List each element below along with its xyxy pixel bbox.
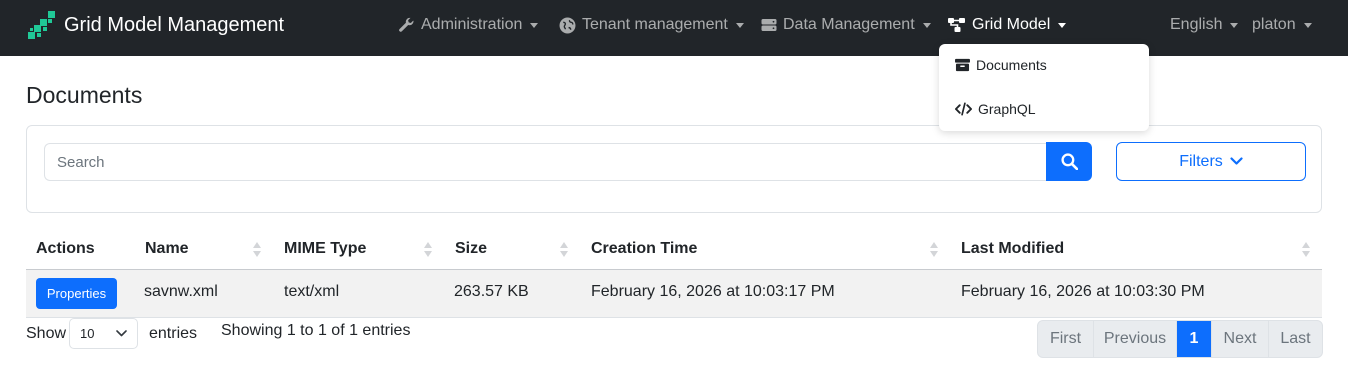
nav-grid-model[interactable]: Grid Model	[948, 14, 1067, 36]
page-length-select[interactable]: 10	[69, 318, 138, 349]
cell-mime-type: text/xml	[284, 283, 340, 300]
sort-icon[interactable]	[930, 242, 938, 258]
page-title: Documents	[26, 82, 143, 108]
column-header-actions: Actions	[36, 240, 95, 257]
chevron-down-icon	[116, 330, 127, 337]
language-label: English	[1170, 16, 1223, 33]
chevron-down-icon	[735, 22, 744, 28]
chevron-down-icon	[530, 22, 539, 28]
dropdown-item-graphql[interactable]: GraphQL	[955, 98, 1036, 120]
code-icon	[955, 102, 972, 116]
table-info: Showing 1 to 1 of 1 entries	[221, 322, 411, 339]
pagination-page-1[interactable]: 1	[1177, 321, 1212, 357]
nav-tenant-management[interactable]: Tenant management	[559, 14, 744, 36]
page-length-value: 10	[80, 326, 95, 341]
column-header-name[interactable]: Name	[145, 240, 189, 258]
search-input[interactable]	[44, 143, 1047, 181]
column-header-mime-type[interactable]: MIME Type	[284, 240, 366, 258]
documents-table: Actions Name MIME Type Size Creation Tim…	[26, 230, 1322, 318]
cell-creation-time: February 16, 2026 at 10:03:17 PM	[591, 283, 835, 300]
brand[interactable]: Grid Model Management	[26, 10, 284, 40]
chevron-down-icon	[922, 22, 931, 28]
sitemap-icon	[948, 18, 965, 32]
nav-administration-label: Administration	[421, 16, 523, 33]
search-card: Filters	[26, 125, 1322, 213]
cell-size: 263.57 KB	[454, 283, 529, 300]
pagination-last[interactable]: Last	[1269, 321, 1322, 357]
pagination-next[interactable]: Next	[1212, 321, 1269, 357]
pagination: First Previous 1 Next Last	[1037, 320, 1323, 358]
dropdown-item-documents[interactable]: Documents	[955, 54, 1047, 76]
nav-data-management-label: Data Management	[783, 16, 915, 33]
properties-button[interactable]: Properties	[36, 278, 117, 309]
table-row: Properties savnw.xml text/xml 263.57 KB …	[26, 270, 1322, 318]
entries-label: entries	[149, 325, 198, 342]
column-header-size[interactable]: Size	[455, 240, 487, 258]
brand-title: Grid Model Management	[64, 13, 285, 36]
table-header: Actions Name MIME Type Size Creation Tim…	[26, 230, 1322, 270]
search-icon	[1060, 153, 1078, 170]
search-button[interactable]	[1046, 142, 1092, 181]
filters-button[interactable]: Filters	[1116, 142, 1306, 181]
user-name: platon	[1252, 16, 1296, 33]
archive-icon	[955, 58, 970, 72]
column-header-last-modified[interactable]: Last Modified	[961, 240, 1064, 258]
filters-label: Filters	[1179, 152, 1223, 170]
column-header-creation-time[interactable]: Creation Time	[591, 240, 697, 258]
show-label: Show	[26, 325, 67, 342]
sort-icon[interactable]	[560, 242, 568, 258]
grid-model-dropdown: Documents GraphQL	[939, 44, 1149, 131]
chevron-down-icon	[1230, 22, 1239, 28]
cell-last-modified: February 16, 2026 at 10:03:30 PM	[961, 283, 1205, 300]
dropdown-item-documents-label: Documents	[976, 57, 1047, 73]
pagination-previous[interactable]: Previous	[1094, 321, 1177, 357]
nav-administration[interactable]: Administration	[398, 14, 539, 36]
nav-grid-model-label: Grid Model	[972, 16, 1051, 33]
nav-tenant-management-label: Tenant management	[582, 16, 728, 33]
chevron-down-icon	[1303, 22, 1312, 28]
app-logo-icon	[28, 11, 55, 39]
sort-icon[interactable]	[424, 242, 432, 258]
chevron-down-icon	[1058, 22, 1067, 28]
dropdown-item-graphql-label: GraphQL	[978, 101, 1036, 117]
pagination-first[interactable]: First	[1038, 321, 1094, 357]
language-selector[interactable]: English	[1170, 14, 1239, 36]
cell-name: savnw.xml	[144, 283, 218, 300]
sort-icon[interactable]	[1302, 242, 1310, 258]
database-icon	[761, 19, 777, 31]
user-menu[interactable]: platon	[1252, 14, 1312, 36]
nav-data-management[interactable]: Data Management	[761, 14, 931, 36]
globe-icon	[559, 17, 576, 33]
wrench-icon	[399, 17, 414, 32]
sort-icon[interactable]	[253, 242, 261, 258]
chevron-down-icon	[1230, 157, 1243, 165]
